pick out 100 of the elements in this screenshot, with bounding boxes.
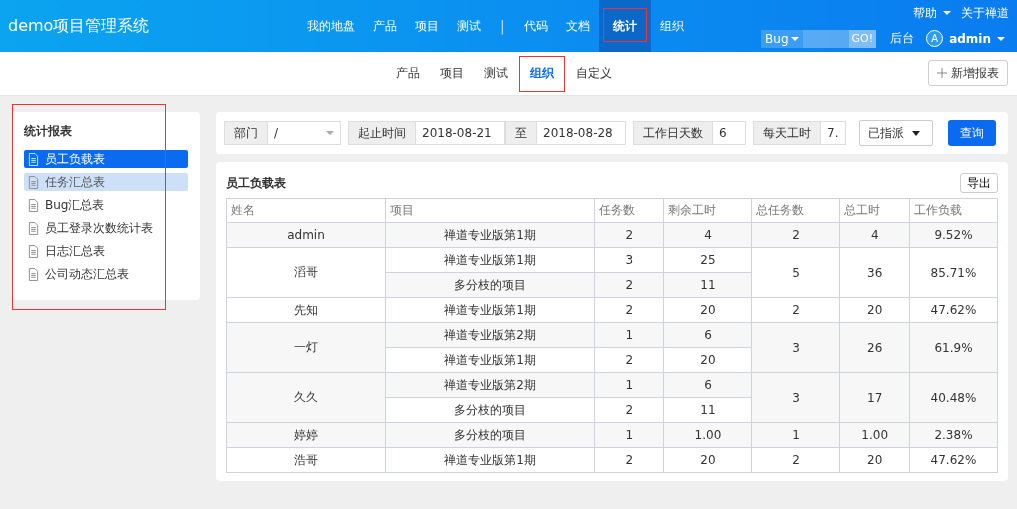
table-cell: 久久 <box>226 372 386 423</box>
table-cell: 9.52% <box>909 222 998 248</box>
column-header: 项目 <box>385 198 595 223</box>
table-cell: 禅道专业版第1期 <box>385 297 595 323</box>
table-cell: 20 <box>663 447 752 473</box>
end-date-field[interactable]: 2018-08-28 <box>537 121 626 145</box>
hours-field[interactable]: 7. <box>821 121 846 145</box>
column-header: 工作负载 <box>909 198 998 223</box>
query-button[interactable]: 查询 <box>948 120 996 146</box>
table-cell: 26 <box>839 322 910 373</box>
workdays-label: 工作日天数 <box>633 121 713 145</box>
nav-tab[interactable]: 文档 <box>556 0 599 52</box>
table-cell: 61.9% <box>909 322 998 373</box>
table-cell: 4 <box>839 222 910 248</box>
add-report-button[interactable]: 新增报表 <box>928 60 1008 86</box>
table-cell: 多分枝的项目 <box>385 422 595 448</box>
sidebar-item[interactable]: 员工负载表 <box>24 150 188 168</box>
table-cell: admin <box>226 222 386 248</box>
nav-tab[interactable]: 代码 <box>514 0 557 52</box>
document-icon <box>28 221 39 235</box>
sidebar-item[interactable]: 员工登录次数统计表 <box>24 219 188 237</box>
document-icon <box>28 198 39 212</box>
table-cell: 先知 <box>226 297 386 323</box>
sidebar-title: 统计报表 <box>24 123 73 140</box>
table-cell: 3 <box>751 372 840 423</box>
table-cell: 1 <box>594 372 664 398</box>
table-cell: 多分枝的项目 <box>385 397 595 423</box>
sidebar-item[interactable]: Bug汇总表 <box>24 196 188 214</box>
workdays-field[interactable]: 6 <box>713 121 746 145</box>
table-cell: 1 <box>751 422 840 448</box>
table-cell: 滔哥 <box>226 247 386 298</box>
column-header: 总任务数 <box>751 198 840 223</box>
table-cell: 1 <box>594 322 664 348</box>
column-header: 总工时 <box>839 198 910 223</box>
subnav-tab[interactable]: 产品 <box>386 55 429 92</box>
column-header: 姓名 <box>226 198 386 223</box>
subnav-tab[interactable]: 项目 <box>430 55 473 92</box>
nav-tab[interactable]: 我的地盘 <box>298 0 364 52</box>
table-cell: 2 <box>594 447 664 473</box>
search-field[interactable]: Bug GO! <box>761 29 877 48</box>
table-cell: 1 <box>594 422 664 448</box>
table-cell: 禅道专业版第2期 <box>385 322 595 348</box>
table-cell: 4 <box>663 222 752 248</box>
table-cell: 2 <box>594 272 664 298</box>
admin-link[interactable]: 后台 <box>890 30 915 47</box>
document-icon <box>28 152 39 166</box>
table-cell: 多分枝的项目 <box>385 272 595 298</box>
date-separator: 至 <box>505 121 537 145</box>
export-button[interactable]: 导出 <box>960 173 998 193</box>
table-cell: 2 <box>594 347 664 373</box>
table-cell: 浩哥 <box>226 447 386 473</box>
sidebar-item[interactable]: 日志汇总表 <box>24 242 188 260</box>
subnav-tab[interactable]: 自定义 <box>566 55 621 92</box>
table-cell: 2 <box>751 222 840 248</box>
date-range-label: 起止时间 <box>348 121 416 145</box>
assign-select[interactable]: 已指派 <box>859 120 933 146</box>
table-cell: 婷婷 <box>226 422 386 448</box>
nav-tab[interactable]: 组织 <box>650 0 693 52</box>
nav-divider: | <box>499 17 506 37</box>
user-menu[interactable]: admin <box>949 31 991 46</box>
sidebar-item[interactable]: 公司动态汇总表 <box>24 265 188 283</box>
department-label: 部门 <box>224 121 268 145</box>
table-cell: 2.38% <box>909 422 998 448</box>
start-date-field[interactable]: 2018-08-21 <box>416 121 505 145</box>
table-cell: 禅道专业版第1期 <box>385 222 595 248</box>
table-title: 员工负载表 <box>226 174 286 192</box>
table-cell: 1.00 <box>663 422 752 448</box>
table-cell: 36 <box>839 247 910 298</box>
table-cell: 禅道专业版第1期 <box>385 447 595 473</box>
table-cell: 17 <box>839 372 910 423</box>
about-link[interactable]: 关于禅道 <box>961 4 1009 22</box>
table-cell: 47.62% <box>909 297 998 323</box>
table-cell: 20 <box>839 447 910 473</box>
department-select[interactable]: / <box>268 121 341 145</box>
table-cell: 6 <box>663 372 752 398</box>
caret-icon <box>943 11 951 15</box>
table-cell: 3 <box>751 322 840 373</box>
nav-tab[interactable]: 产品 <box>364 0 406 52</box>
table-cell: 25 <box>663 247 752 273</box>
nav-tab[interactable]: 项目 <box>406 0 448 52</box>
nav-tab[interactable]: 测试 <box>448 0 490 52</box>
document-icon <box>28 267 39 281</box>
help-menu[interactable]: 帮助 <box>913 4 937 22</box>
table-cell: 2 <box>751 297 840 323</box>
sidebar-item[interactable]: 任务汇总表 <box>24 173 188 191</box>
subnav-tab[interactable]: 组织 <box>518 55 565 92</box>
table-cell: 1.00 <box>839 422 910 448</box>
table-cell: 2 <box>751 447 840 473</box>
caret-icon <box>790 36 799 41</box>
nav-tab[interactable]: 统计 <box>598 0 651 52</box>
caret-icon <box>997 36 1005 41</box>
document-icon <box>28 175 39 189</box>
table-cell: 2 <box>594 222 664 248</box>
table-cell: 一灯 <box>226 322 386 373</box>
brand-title: demo项目管理系统 <box>7 15 151 37</box>
table-cell: 3 <box>594 247 664 273</box>
search-type-dropdown[interactable]: Bug <box>761 31 793 46</box>
table-cell: 85.71% <box>909 247 998 298</box>
table-cell: 20 <box>839 297 910 323</box>
subnav-tab[interactable]: 测试 <box>474 55 517 92</box>
